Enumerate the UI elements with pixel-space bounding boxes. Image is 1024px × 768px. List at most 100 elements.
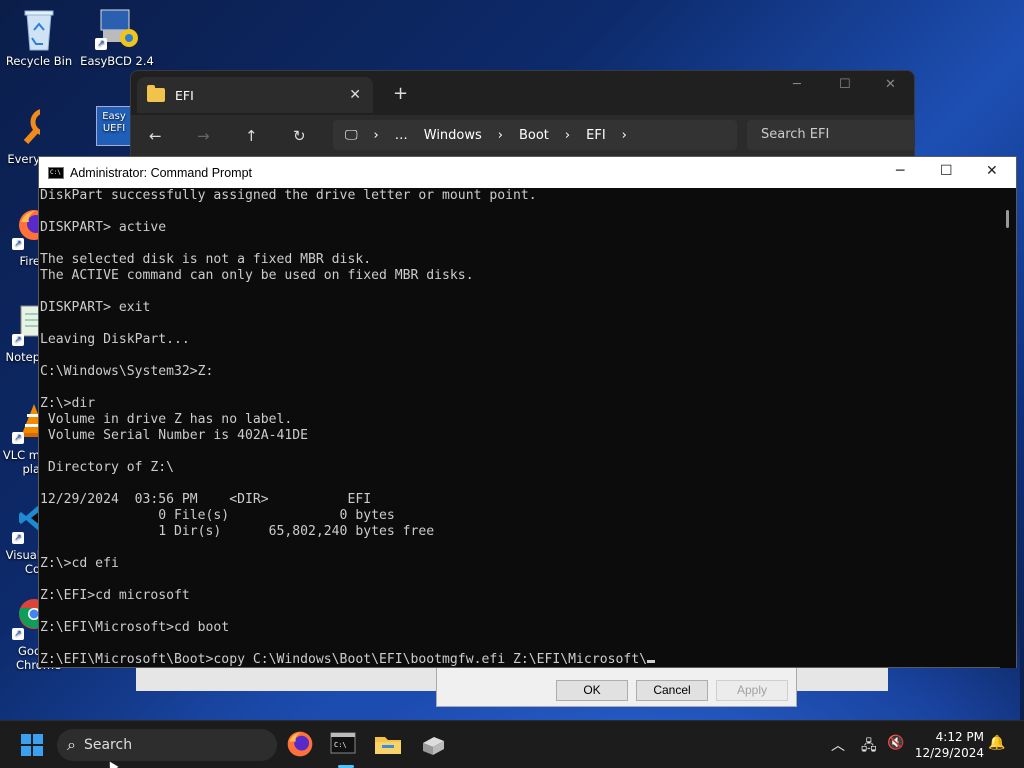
desktop-icon-label: VLC m — [2, 448, 40, 462]
scroll-thumb[interactable] — [1006, 210, 1009, 228]
desktop-icon-everything[interactable]: Every — [0, 106, 40, 166]
notification-bell-icon[interactable]: 🔔 — [988, 735, 1005, 751]
minimize-icon[interactable]: ─ — [793, 77, 801, 92]
taskbar-search[interactable]: ⌕ Search — [57, 729, 277, 761]
file-explorer-window[interactable]: EFI ✕ + ─ ☐ ✕ ← → ↑ ↻ 🖵 › … Windows › Bo… — [130, 70, 915, 162]
clock-date: 12/29/2024 — [914, 746, 984, 760]
cmd-app-icon: C:\ — [48, 166, 64, 179]
desktop-icon-label: Every — [7, 152, 40, 166]
command-prompt-window[interactable]: C:\ Administrator: Command Prompt ─ ☐ ✕ … — [38, 156, 1017, 668]
taskbar-search-label: Search — [83, 737, 133, 753]
chevron-right-icon[interactable]: › — [622, 128, 627, 143]
close-tab-icon[interactable]: ✕ — [349, 87, 361, 103]
desktop-icon-recycle-bin[interactable]: Recycle Bin — [0, 8, 78, 68]
chevron-right-icon[interactable]: › — [374, 128, 379, 143]
forward-icon[interactable]: → — [197, 127, 210, 145]
console-line: Z:\>dir — [40, 396, 96, 411]
console-line: DiskPart successfully assigned the drive… — [40, 188, 537, 203]
ok-button[interactable]: OK — [556, 680, 628, 701]
desktop-icon-firefox[interactable]: ↗ Fire — [0, 208, 40, 268]
cancel-button[interactable]: Cancel — [636, 680, 708, 701]
refresh-icon[interactable]: ↻ — [293, 127, 306, 145]
everything-search-icon — [22, 106, 40, 146]
minimize-icon[interactable]: ─ — [896, 163, 904, 179]
desktop-icon-easybcd[interactable]: ↗ EasyBCD 2.4 — [78, 8, 156, 68]
console-current-line[interactable]: Z:\EFI\Microsoft\Boot>copy C:\Windows\Bo… — [40, 652, 1002, 668]
console-output[interactable]: DiskPart successfully assigned the drive… — [39, 188, 1002, 668]
clock-time: 4:12 PM — [935, 730, 984, 744]
desktop-icon-label-line2: Co — [24, 562, 40, 576]
volume-muted-icon[interactable]: 🔇 — [887, 735, 904, 751]
console-line: The selected disk is not a fixed MBR dis… — [40, 252, 372, 267]
shortcut-arrow-icon: ↗ — [12, 628, 24, 640]
text-cursor — [647, 660, 655, 663]
start-button[interactable] — [21, 734, 43, 756]
taskbar: ⌕ Search C:\ ︿ 🖧 🔇 4:12 PM 12/29/2024 🔔 — [0, 720, 1024, 768]
close-icon[interactable]: ✕ — [986, 163, 998, 179]
console-line: Z:\EFI\Microsoft>cd boot — [40, 620, 230, 635]
shortcut-arrow-icon: ↗ — [12, 238, 24, 250]
shortcut-arrow-icon: ↗ — [12, 432, 24, 444]
shortcut-arrow-icon: ↗ — [12, 532, 24, 544]
terminal-icon[interactable]: C:\ — [330, 732, 360, 762]
console-line: 1 Dir(s) 65,802,240 bytes free — [40, 524, 435, 539]
desktop-icon-easyuefi[interactable]: Easy UEFI — [96, 106, 132, 152]
console-line: 12/29/2024 03:56 PM <DIR> EFI — [40, 492, 372, 507]
desktop-icon-label: Fire — [19, 254, 40, 268]
firefox-icon[interactable] — [286, 730, 316, 760]
chevron-right-icon[interactable]: › — [498, 128, 503, 143]
console-line: Z:\EFI>cd microsoft — [40, 588, 190, 603]
new-tab-button[interactable]: + — [393, 83, 408, 104]
recycle-bin-icon — [19, 8, 59, 51]
console-command-text: Z:\EFI\Microsoft\Boot>copy C:\Windows\Bo… — [40, 652, 647, 667]
network-icon[interactable]: 🖧 — [861, 735, 877, 759]
address-bar[interactable]: 🖵 › … Windows › Boot › EFI › — [333, 120, 737, 150]
console-line: Volume in drive Z has no label. — [40, 412, 293, 427]
desktop-icon-label: Recycle Bin — [5, 54, 73, 68]
desktop-icon-vscode[interactable]: ↗ Visual Co — [0, 502, 40, 576]
console-line: Z:\>cd efi — [40, 556, 119, 571]
console-line: Volume Serial Number is 402A-41DE — [40, 428, 309, 443]
file-explorer-icon[interactable] — [374, 733, 404, 763]
windows-logo-tile — [21, 746, 31, 756]
svg-text:C:\: C:\ — [334, 741, 347, 749]
maximize-icon[interactable]: ☐ — [940, 163, 953, 179]
system-clock[interactable]: 4:12 PM 12/29/2024 — [915, 729, 984, 761]
close-icon[interactable]: ✕ — [885, 77, 896, 92]
desktop-icon-notepad[interactable]: ↗ Notep — [0, 304, 40, 364]
windows-logo-tile — [21, 734, 31, 744]
cmd-scrollbar[interactable] — [1000, 188, 1016, 668]
apply-button[interactable]: Apply — [716, 680, 788, 701]
breadcrumb-item-efi[interactable]: EFI — [586, 128, 606, 143]
maximize-icon[interactable]: ☐ — [839, 77, 851, 92]
console-line: The ACTIVE command can only be used on f… — [40, 268, 474, 283]
up-icon[interactable]: ↑ — [245, 127, 258, 145]
explorer-tab[interactable]: EFI ✕ — [137, 77, 373, 113]
console-line: C:\Windows\System32>Z: — [40, 364, 214, 379]
explorer-tab-title: EFI — [175, 87, 194, 103]
chevron-up-icon[interactable]: ︿ — [831, 735, 845, 755]
usb-drive-icon[interactable] — [420, 733, 450, 763]
explorer-search-input[interactable]: Search EFI — [747, 120, 915, 150]
easybcd-icon: ↗ — [95, 8, 138, 50]
back-icon[interactable]: ← — [149, 127, 162, 145]
breadcrumb-item-boot[interactable]: Boot — [519, 128, 549, 143]
chevron-right-icon[interactable]: › — [565, 128, 570, 143]
breadcrumb-item-windows[interactable]: Windows — [424, 128, 482, 143]
cmd-titlebar[interactable]: C:\ Administrator: Command Prompt ─ ☐ ✕ — [39, 157, 1016, 188]
desktop-icon-label: Visual — [5, 548, 40, 562]
desktop-icon-vlc[interactable]: ↗ VLC m pla — [0, 402, 40, 476]
console-line: DISKPART> active — [40, 220, 167, 235]
vlc-icon: ↗ — [12, 402, 40, 444]
desktop-icon-label-line2: pla — [22, 462, 40, 476]
breadcrumb-ellipsis[interactable]: … — [395, 128, 408, 143]
